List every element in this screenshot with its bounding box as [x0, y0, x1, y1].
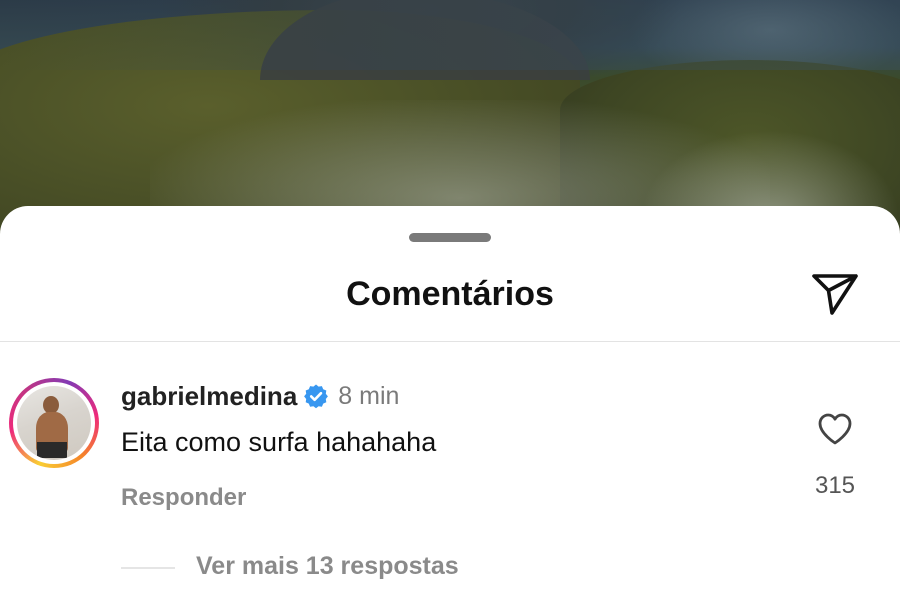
avatar-person-shorts [37, 442, 67, 458]
instagram-comments-screen: Comentários gabrielmedina 8 min Eita com… [0, 0, 900, 600]
sheet-drag-handle[interactable] [409, 233, 491, 242]
view-replies-button[interactable]: Ver mais 13 respostas [196, 552, 459, 581]
avatar[interactable] [9, 378, 99, 468]
avatar-inner-border [13, 382, 95, 464]
heart-outline-icon[interactable] [816, 410, 854, 448]
comment-header: gabrielmedina 8 min [121, 380, 399, 412]
comment-text: Eita como surfa hahahaha [121, 427, 437, 457]
comments-sheet: Comentários gabrielmedina 8 min Eita com… [0, 206, 900, 600]
sheet-title: Comentários [346, 275, 554, 313]
reply-button[interactable]: Responder [121, 484, 246, 512]
replies-divider-line [121, 567, 175, 569]
photo-sky [0, 0, 900, 70]
like-count: 315 [814, 472, 856, 499]
avatar-photo [17, 386, 91, 460]
comment-username[interactable]: gabrielmedina [121, 381, 297, 412]
comment-item: gabrielmedina 8 min Eita como surfa haha… [0, 342, 900, 582]
paper-plane-icon[interactable] [808, 266, 862, 320]
verified-badge-icon [303, 383, 329, 409]
comment-time: 8 min [338, 381, 400, 410]
